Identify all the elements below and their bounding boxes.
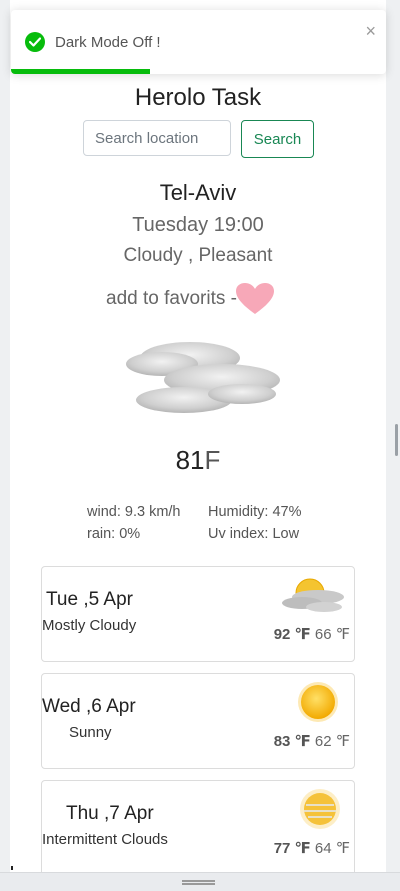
search-input[interactable] [83, 120, 231, 156]
temperature-value: 81 [175, 445, 205, 475]
drag-handle-icon[interactable] [182, 880, 215, 885]
app-container: Herolo Task Search Tel-Aviv Tuesday 19:0… [10, 0, 386, 872]
toast-message: Dark Mode Off ! [55, 34, 161, 51]
forecast-low: 62 ℉ [314, 733, 350, 750]
current-temperature: 81F [10, 445, 386, 476]
forecast-day: Tue ,5 Apr [46, 589, 133, 610]
close-icon[interactable]: × [365, 22, 376, 40]
forecast-high: 77 ℉ [273, 840, 311, 857]
temperature-unit: F [204, 445, 221, 475]
sun-cloud-icon [282, 578, 344, 612]
bottom-resize-bar[interactable] [0, 872, 400, 891]
rain-info: rain: 0% [87, 526, 141, 542]
search-button[interactable]: Search [241, 120, 314, 158]
current-condition: Cloudy , Pleasant [123, 245, 273, 266]
forecast-card[interactable]: Wed ,6 Apr Sunny 83 ℉ 62 ℉ [41, 673, 355, 769]
toast-progress-bar [11, 69, 150, 74]
uv-info: Uv index: Low [208, 526, 300, 542]
sun-icon [298, 682, 338, 722]
heart-icon[interactable] [235, 282, 275, 316]
forecast-day: Thu ,7 Apr [66, 803, 154, 824]
forecast-low: 64 ℉ [314, 840, 350, 857]
favorite-row: add to favorits - [106, 282, 275, 316]
forecast-desc: Intermittent Clouds [42, 831, 168, 848]
scrollbar[interactable] [395, 424, 398, 456]
check-circle-icon [25, 32, 45, 52]
forecast-temps: 92 ℉ 66 ℉ [274, 625, 350, 643]
forecast-day: Wed ,6 Apr [42, 696, 136, 717]
current-datetime: Tuesday 19:00 [132, 214, 264, 236]
hazy-sun-icon [300, 789, 340, 829]
forecast-card[interactable]: Tue ,5 Apr Mostly Cloudy 92 ℉ 66 ℉ [41, 566, 355, 662]
toast-notification: Dark Mode Off ! × [11, 10, 386, 74]
forecast-temps: 83 ℉ 62 ℉ [274, 732, 350, 750]
forecast-low: 66 ℉ [314, 626, 350, 643]
humidity-info: Humidity: 47% [208, 504, 302, 520]
page-title: Herolo Task [134, 84, 262, 111]
forecast-card[interactable]: Thu ,7 Apr Intermittent Clouds 77 ℉ 64 ℉ [41, 780, 355, 872]
forecast-temps: 77 ℉ 64 ℉ [274, 839, 350, 857]
cursor-mark [11, 866, 13, 870]
forecast-high: 92 ℉ [273, 626, 311, 643]
city-name: Tel-Aviv [159, 180, 237, 205]
forecast-desc: Mostly Cloudy [42, 617, 137, 634]
forecast-high: 83 ℉ [273, 733, 311, 750]
favorite-label: add to favorits - [106, 288, 237, 309]
wind-info: wind: 9.3 km/h [87, 504, 181, 520]
forecast-desc: Sunny [69, 724, 112, 741]
cloud-icon [126, 342, 280, 413]
